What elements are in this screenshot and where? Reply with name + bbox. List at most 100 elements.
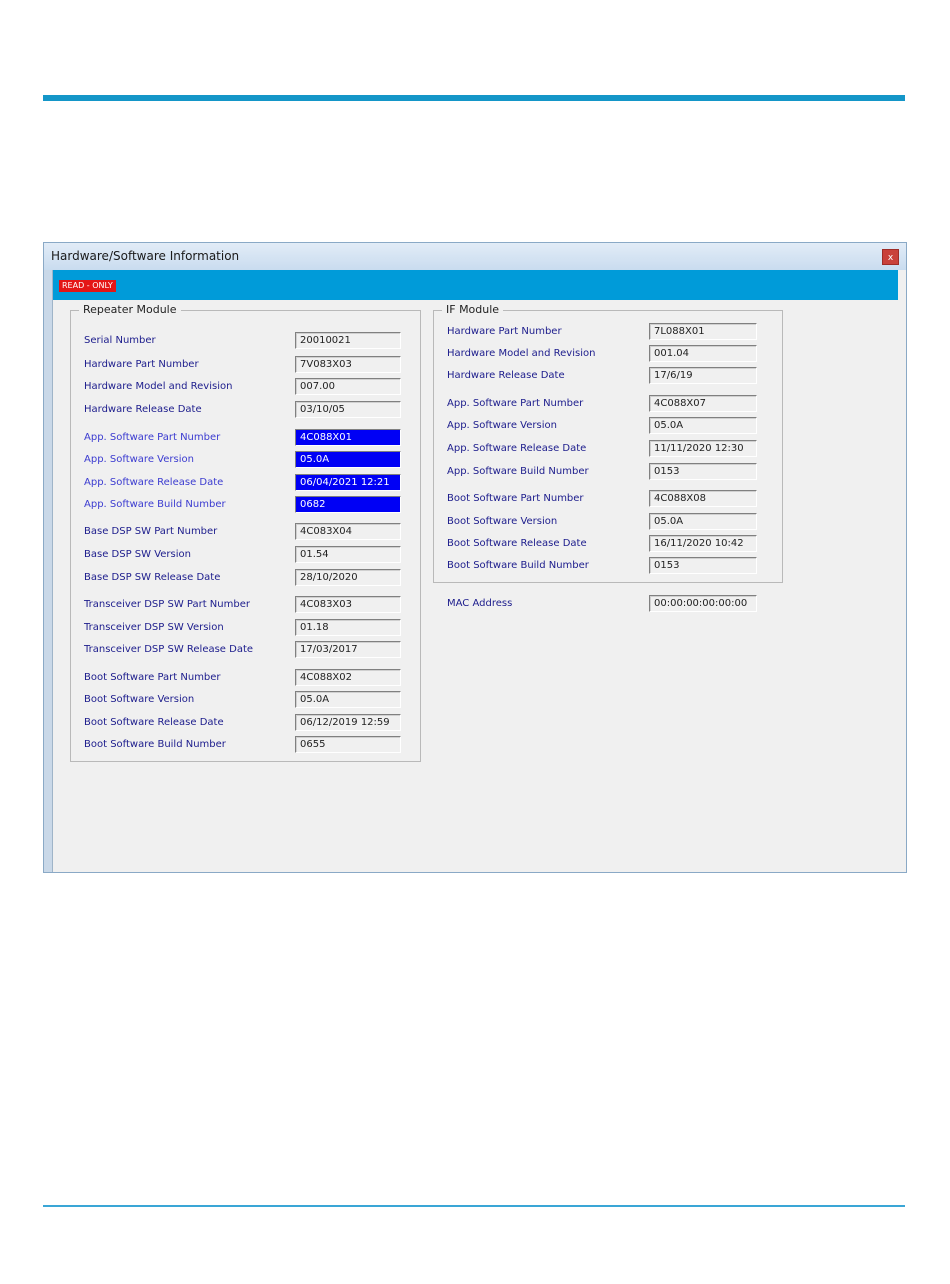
- hardware-part-number-field[interactable]: 7V083X03: [295, 356, 401, 373]
- close-button[interactable]: x: [882, 249, 899, 265]
- field-row: Boot Software Version 05.0A: [71, 691, 420, 709]
- app-software-version-field[interactable]: 05.0A: [295, 451, 401, 468]
- field-label: App. Software Release Date: [84, 477, 224, 488]
- if-app-software-release-date-field[interactable]: 11/11/2020 12:30: [649, 440, 757, 457]
- field-label: Hardware Part Number: [447, 326, 562, 337]
- field-label: App. Software Version: [84, 454, 194, 465]
- base-dsp-release-date-field[interactable]: 28/10/2020: [295, 569, 401, 586]
- mac-address-field[interactable]: 00:00:00:00:00:00: [649, 595, 757, 612]
- field-label: Base DSP SW Release Date: [84, 572, 221, 583]
- field-row: App. Software Release Date 06/04/2021 12…: [71, 474, 420, 492]
- if-boot-software-version-field[interactable]: 05.0A: [649, 513, 757, 530]
- field-row: Transceiver DSP SW Version 01.18: [71, 619, 420, 637]
- window-title: Hardware/Software Information: [51, 249, 240, 263]
- field-label: Boot Software Version: [84, 694, 195, 705]
- base-dsp-version-field[interactable]: 01.54: [295, 546, 401, 563]
- field-row: Hardware Release Date 03/10/05: [71, 401, 420, 419]
- field-label: Boot Software Release Date: [84, 717, 224, 728]
- transceiver-dsp-version-field[interactable]: 01.18: [295, 619, 401, 636]
- if-hardware-part-number-field[interactable]: 7L088X01: [649, 323, 757, 340]
- footer-rule: [43, 1205, 905, 1207]
- boot-software-part-number-field[interactable]: 4C088X02: [295, 669, 401, 686]
- field-row: App. Software Release Date 11/11/2020 12…: [434, 440, 782, 458]
- if-module-group: IF Module Hardware Part Number 7L088X01 …: [433, 303, 783, 583]
- field-label: Serial Number: [84, 335, 156, 346]
- field-row: App. Software Build Number 0153: [434, 463, 782, 481]
- field-label: Hardware Release Date: [84, 404, 202, 415]
- field-row: App. Software Part Number 4C088X01: [71, 429, 420, 447]
- field-label: Boot Software Build Number: [447, 560, 589, 571]
- field-label: Hardware Model and Revision: [447, 348, 596, 359]
- if-boot-software-build-number-field[interactable]: 0153: [649, 557, 757, 574]
- field-row: Boot Software Version 05.0A: [434, 513, 782, 531]
- read-only-badge: READ - ONLY: [59, 280, 116, 292]
- app-software-release-date-field[interactable]: 06/04/2021 12:21: [295, 474, 401, 491]
- base-dsp-part-number-field[interactable]: 4C083X04: [295, 523, 401, 540]
- field-row: Hardware Part Number 7L088X01: [434, 323, 782, 341]
- repeater-module-group: Repeater Module Serial Number 20010021 H…: [70, 303, 421, 762]
- field-row: Boot Software Release Date 06/12/2019 12…: [71, 714, 420, 732]
- if-app-software-part-number-field[interactable]: 4C088X07: [649, 395, 757, 412]
- field-label: App. Software Part Number: [447, 398, 584, 409]
- status-banner: READ - ONLY: [53, 270, 898, 300]
- dialog-content: Repeater Module Serial Number 20010021 H…: [53, 300, 898, 866]
- field-row: App. Software Build Number 0682: [71, 496, 420, 514]
- field-label: Base DSP SW Part Number: [84, 526, 218, 537]
- if-app-software-version-field[interactable]: 05.0A: [649, 417, 757, 434]
- field-label: Boot Software Release Date: [447, 538, 587, 549]
- field-row: Base DSP SW Part Number 4C083X04: [71, 523, 420, 541]
- repeater-module-legend: Repeater Module: [79, 303, 181, 316]
- left-strip: [44, 270, 53, 872]
- if-app-software-build-number-field[interactable]: 0153: [649, 463, 757, 480]
- field-label: Boot Software Part Number: [447, 493, 584, 504]
- field-label: Hardware Part Number: [84, 359, 199, 370]
- mac-address-label: MAC Address: [447, 598, 513, 609]
- field-row: Base DSP SW Version 01.54: [71, 546, 420, 564]
- mac-address-row: MAC Address 00:00:00:00:00:00: [53, 595, 898, 613]
- field-row: Hardware Model and Revision 007.00: [71, 378, 420, 396]
- hardware-model-revision-field[interactable]: 007.00: [295, 378, 401, 395]
- field-row: Hardware Release Date 17/6/19: [434, 367, 782, 385]
- field-row: Boot Software Part Number 4C088X02: [71, 669, 420, 687]
- field-label: App. Software Build Number: [447, 466, 589, 477]
- header-rule: [43, 95, 905, 101]
- field-label: Transceiver DSP SW Release Date: [84, 644, 254, 655]
- serial-number-field[interactable]: 20010021: [295, 332, 401, 349]
- if-boot-software-release-date-field[interactable]: 16/11/2020 10:42: [649, 535, 757, 552]
- field-row: App. Software Version 05.0A: [434, 417, 782, 435]
- field-label: App. Software Release Date: [447, 443, 587, 454]
- field-label: Hardware Release Date: [447, 370, 565, 381]
- field-label: Transceiver DSP SW Version: [84, 622, 224, 633]
- if-hardware-model-revision-field[interactable]: 001.04: [649, 345, 757, 362]
- field-row: Boot Software Build Number 0153: [434, 557, 782, 575]
- field-label: Boot Software Build Number: [84, 739, 226, 750]
- boot-software-release-date-field[interactable]: 06/12/2019 12:59: [295, 714, 401, 731]
- hw-sw-info-dialog: Hardware/Software Information x READ - O…: [43, 242, 907, 873]
- if-module-legend: IF Module: [442, 303, 504, 316]
- field-row: Serial Number 20010021: [71, 332, 420, 350]
- field-label: Boot Software Version: [447, 516, 558, 527]
- field-row: Boot Software Release Date 16/11/2020 10…: [434, 535, 782, 553]
- field-row: Boot Software Part Number 4C088X08: [434, 490, 782, 508]
- if-boot-software-part-number-field[interactable]: 4C088X08: [649, 490, 757, 507]
- field-row: Base DSP SW Release Date 28/10/2020: [71, 569, 420, 587]
- field-row: Hardware Model and Revision 001.04: [434, 345, 782, 363]
- hardware-release-date-field[interactable]: 03/10/05: [295, 401, 401, 418]
- boot-software-version-field[interactable]: 05.0A: [295, 691, 401, 708]
- field-label: Base DSP SW Version: [84, 549, 191, 560]
- field-label: Hardware Model and Revision: [84, 381, 233, 392]
- if-hardware-release-date-field[interactable]: 17/6/19: [649, 367, 757, 384]
- field-row: Hardware Part Number 7V083X03: [71, 356, 420, 374]
- transceiver-dsp-release-date-field[interactable]: 17/03/2017: [295, 641, 401, 658]
- field-row: App. Software Part Number 4C088X07: [434, 395, 782, 413]
- app-software-build-number-field[interactable]: 0682: [295, 496, 401, 513]
- field-label: App. Software Build Number: [84, 499, 226, 510]
- field-row: Boot Software Build Number 0655: [71, 736, 420, 754]
- field-label: App. Software Version: [447, 420, 557, 431]
- field-label: Boot Software Part Number: [84, 672, 221, 683]
- field-label: App. Software Part Number: [84, 432, 221, 443]
- boot-software-build-number-field[interactable]: 0655: [295, 736, 401, 753]
- field-row: App. Software Version 05.0A: [71, 451, 420, 469]
- app-software-part-number-field[interactable]: 4C088X01: [295, 429, 401, 446]
- title-bar[interactable]: Hardware/Software Information x: [44, 243, 906, 270]
